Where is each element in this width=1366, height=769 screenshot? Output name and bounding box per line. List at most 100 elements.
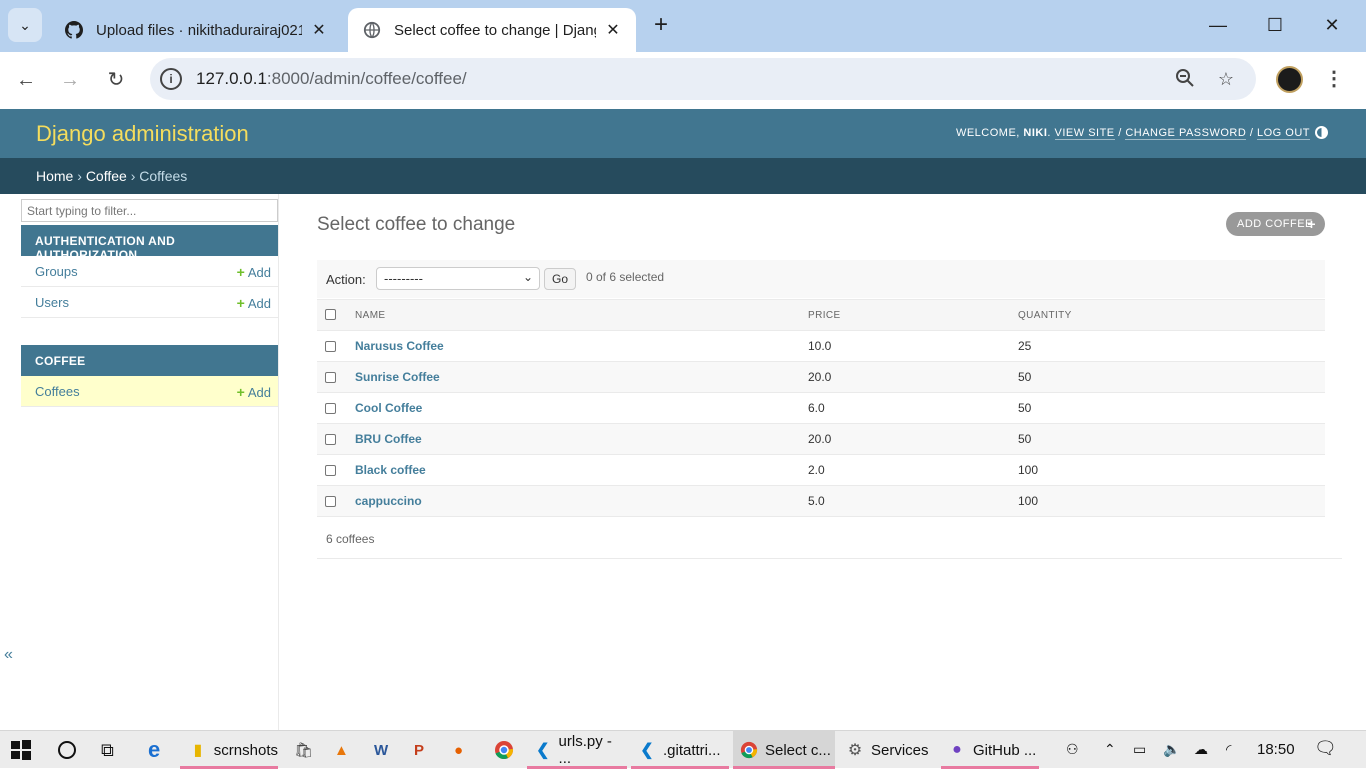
address-bar[interactable]: i 127.0.0.1:8000/admin/coffee/coffee/ ☆ [150, 58, 1256, 100]
table-row: cappuccino 5.0 100 [317, 485, 1325, 517]
bookmark-star-icon[interactable]: ☆ [1215, 68, 1237, 90]
minimize-icon[interactable]: — [1198, 10, 1238, 40]
add-coffee-label: ADD COFFEE [1237, 218, 1313, 230]
add-label: Add [247, 296, 271, 311]
users-link[interactable]: Users [35, 295, 69, 310]
close-icon[interactable]: ✕ [604, 20, 622, 40]
quantity-cell: 25 [1010, 330, 1325, 362]
coffee-link[interactable]: BRU Coffee [355, 432, 422, 446]
taskbar-item-select-coffee[interactable]: Select c... [733, 731, 835, 769]
module-coffee: COFFEE Coffees + Add [21, 345, 278, 407]
column-header-quantity[interactable]: QUANTITY [1010, 299, 1325, 331]
change-password-link[interactable]: CHANGE PASSWORD [1125, 127, 1247, 140]
add-group-link[interactable]: + Add [237, 264, 271, 280]
coffee-link[interactable]: Narusus Coffee [355, 339, 444, 353]
taskbar-item-urls-py[interactable]: ❮ urls.py - ... [527, 731, 627, 769]
windows-start-icon[interactable] [10, 731, 34, 769]
forward-arrow-icon[interactable]: → [56, 66, 84, 94]
add-coffee-button[interactable]: ADD COFFEE + [1226, 212, 1325, 236]
action-select[interactable]: --------- ⌄ [376, 267, 540, 290]
add-user-link[interactable]: + Add [237, 295, 271, 311]
window-close-icon[interactable]: ✕ [1312, 10, 1352, 40]
search-circle-icon[interactable] [56, 731, 80, 769]
powerpoint-icon[interactable]: P [414, 731, 438, 769]
maximize-icon[interactable]: ☐ [1255, 10, 1295, 40]
row-checkbox[interactable] [325, 434, 336, 446]
coffee-link[interactable]: Black coffee [355, 463, 426, 477]
breadcrumb-home[interactable]: Home [36, 168, 73, 184]
row-select-cell [317, 330, 347, 362]
row-checkbox[interactable] [325, 465, 336, 477]
module-caption[interactable]: COFFEE [21, 345, 278, 376]
taskbar-label: .gitattri... [663, 741, 721, 759]
table-row: BRU Coffee 20.0 50 [317, 423, 1325, 455]
add-coffee-link[interactable]: + Add [237, 384, 271, 400]
word-icon[interactable]: W [374, 731, 398, 769]
coffee-link[interactable]: Sunrise Coffee [355, 370, 440, 384]
site-info-icon[interactable]: i [160, 68, 182, 90]
taskbar-label: GitHub ... [973, 741, 1037, 759]
onedrive-icon[interactable]: ☁ [1194, 741, 1208, 758]
module-caption[interactable]: AUTHENTICATION AND AUTHORIZATION [21, 225, 278, 262]
row-checkbox[interactable] [325, 341, 336, 353]
coffee-link[interactable]: cappuccino [355, 494, 422, 508]
go-button[interactable]: Go [544, 268, 576, 290]
action-selected-value: --------- [384, 271, 423, 286]
more-menu-icon[interactable]: ⋮ [1322, 66, 1346, 92]
volume-icon[interactable]: 🔈 [1163, 741, 1180, 758]
tab-title: Upload files · nikithadurairaj021 [96, 21, 302, 39]
browser-tab-django-admin[interactable]: Select coffee to change | Django ✕ [348, 8, 636, 52]
taskbar-item-services[interactable]: ⚙ Services [839, 731, 937, 769]
row-checkbox[interactable] [325, 372, 336, 384]
row-checkbox[interactable] [325, 403, 336, 415]
price-cell: 20.0 [800, 361, 1010, 393]
chevron-up-icon[interactable]: ⌃ [1104, 741, 1116, 758]
firefox-icon[interactable]: ● [454, 731, 478, 769]
clock[interactable]: 18:50 [1257, 741, 1295, 758]
results-table: NAME PRICE QUANTITY Narusus Coffee 10.0 … [317, 299, 1325, 517]
row-select-cell [317, 454, 347, 486]
coffees-link[interactable]: Coffees [35, 384, 80, 399]
browser-tab-upload-files[interactable]: Upload files · nikithadurairaj021 ✕ [50, 8, 342, 52]
github-icon [64, 20, 84, 40]
store-icon[interactable]: 🛍 [294, 731, 318, 769]
wifi-icon[interactable]: ◜ [1226, 741, 1231, 758]
taskbar-item-github[interactable]: ● GitHub ... [941, 731, 1039, 769]
add-label: Add [247, 385, 271, 400]
taskbar-item-scrnshots[interactable]: ▮ scrnshots [180, 731, 278, 769]
notifications-icon[interactable]: 🗨 [1314, 738, 1337, 759]
view-site-link[interactable]: VIEW SITE [1054, 127, 1115, 140]
close-icon[interactable]: ✕ [310, 20, 328, 40]
edge-icon[interactable]: e [148, 731, 172, 769]
battery-icon[interactable]: ▭ [1133, 741, 1146, 758]
theme-toggle-icon[interactable] [1315, 126, 1328, 139]
url-text[interactable]: 127.0.0.1:8000/admin/coffee/coffee/ [196, 69, 467, 89]
actions-bar: Action: --------- ⌄ Go 0 of 6 selected [317, 260, 1325, 298]
vlc-icon[interactable]: ▲ [334, 731, 358, 769]
back-arrow-icon[interactable]: ← [12, 66, 40, 94]
people-icon[interactable]: ⚇ [1066, 741, 1079, 758]
log-out-link[interactable]: LOG OUT [1256, 127, 1310, 140]
select-all-checkbox[interactable] [325, 309, 336, 321]
taskbar-item-gitattributes[interactable]: ❮ .gitattri... [631, 731, 729, 769]
profile-avatar[interactable] [1276, 66, 1303, 93]
task-view-icon[interactable]: ⧉ [101, 731, 125, 769]
reload-icon[interactable]: ↻ [102, 66, 130, 94]
table-row: Sunrise Coffee 20.0 50 [317, 361, 1325, 393]
breadcrumb-app[interactable]: Coffee [86, 168, 127, 184]
sidebar-collapse-toggle[interactable]: « [4, 646, 13, 664]
new-tab-button[interactable]: + [648, 12, 674, 38]
chevron-down-icon: ⌄ [19, 16, 31, 33]
row-checkbox[interactable] [325, 496, 336, 508]
chrome-icon[interactable] [494, 731, 518, 769]
zoom-icon[interactable] [1174, 68, 1196, 90]
sidebar-item-users: Users + Add [21, 287, 278, 318]
column-header-price[interactable]: PRICE [800, 299, 1010, 331]
column-header-name[interactable]: NAME [347, 299, 800, 331]
site-branding[interactable]: Django administration [36, 121, 249, 147]
name-cell: BRU Coffee [347, 423, 800, 455]
tab-search-button[interactable]: ⌄ [8, 8, 42, 42]
coffee-link[interactable]: Cool Coffee [355, 401, 422, 415]
groups-link[interactable]: Groups [35, 264, 78, 279]
nav-filter-input[interactable] [21, 199, 278, 222]
